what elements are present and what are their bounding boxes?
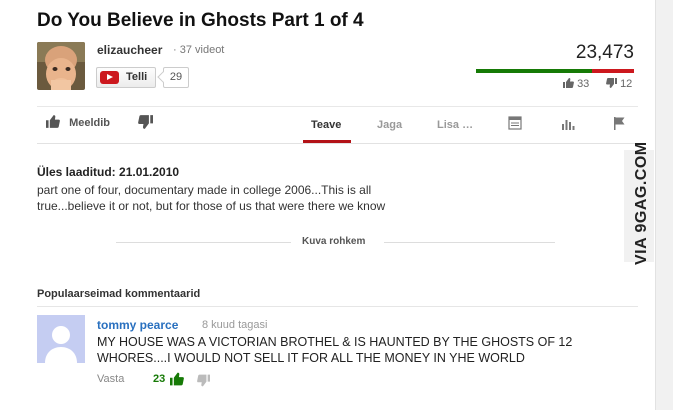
like-button[interactable]: Meeldib <box>46 115 110 133</box>
tab-more[interactable]: Lisa … <box>437 119 473 131</box>
divider <box>384 242 555 243</box>
divider <box>37 306 638 307</box>
comment-author[interactable]: tommy pearce <box>97 318 178 332</box>
thumbs-up-icon <box>46 115 60 128</box>
like-ratio-fill <box>476 69 592 73</box>
like-count-value: 33 <box>577 78 590 90</box>
watermark-text: VIA 9GAG.COM <box>633 141 650 265</box>
divider <box>37 143 638 144</box>
upload-date: Üles laaditud: 21.01.2010 <box>37 165 180 179</box>
like-ratio-bar <box>476 69 634 73</box>
subscribe-label: Telli <box>126 71 148 83</box>
video-description: part one of four, documentary made in co… <box>37 183 386 213</box>
dislike-count: 12 <box>606 78 632 90</box>
stats-icon[interactable] <box>561 117 575 131</box>
comment-timestamp: 8 kuud tagasi <box>202 319 268 331</box>
dislike-count-value: 12 <box>620 78 633 90</box>
reply-link[interactable]: Vasta <box>97 373 124 385</box>
dislike-button[interactable] <box>138 115 154 133</box>
show-more-button[interactable]: Kuva rohkem <box>302 236 365 247</box>
comment-like-count: 23 <box>153 373 166 385</box>
thumbs-down-icon[interactable] <box>197 374 210 387</box>
thumbs-up-icon[interactable] <box>170 372 184 386</box>
thumbs-down-icon <box>606 78 617 88</box>
channel-video-count: · 37 videot <box>173 44 225 56</box>
comment-avatar[interactable] <box>37 315 85 363</box>
thumbs-down-icon <box>138 115 153 129</box>
video-title: Do You Believe in Ghosts Part 1 of 4 <box>37 10 364 31</box>
thumbs-up-icon <box>563 78 574 88</box>
like-button-label: Meeldib <box>69 117 111 129</box>
subscriber-count: 29 <box>163 67 189 88</box>
tab-about[interactable]: Teave <box>311 119 341 131</box>
comment-text: MY HOUSE WAS A VICTORIAN BROTHEL & IS HA… <box>97 335 573 365</box>
tab-share[interactable]: Jaga <box>377 119 402 131</box>
watermark: VIA 9GAG.COM <box>624 141 654 265</box>
youtube-play-icon <box>100 71 119 84</box>
channel-name[interactable]: elizaucheer <box>97 43 162 57</box>
default-user-icon <box>37 315 85 363</box>
comments-heading: Populaarseimad kommentaarid <box>37 288 201 300</box>
divider <box>37 106 638 107</box>
like-count: 33 <box>563 78 589 90</box>
transcript-icon[interactable] <box>508 116 522 130</box>
channel-avatar[interactable] <box>37 42 85 90</box>
subscribe-button[interactable]: Telli <box>96 67 156 88</box>
flag-icon[interactable] <box>612 116 626 130</box>
divider <box>116 242 291 243</box>
view-count: 23,473 <box>575 42 634 63</box>
